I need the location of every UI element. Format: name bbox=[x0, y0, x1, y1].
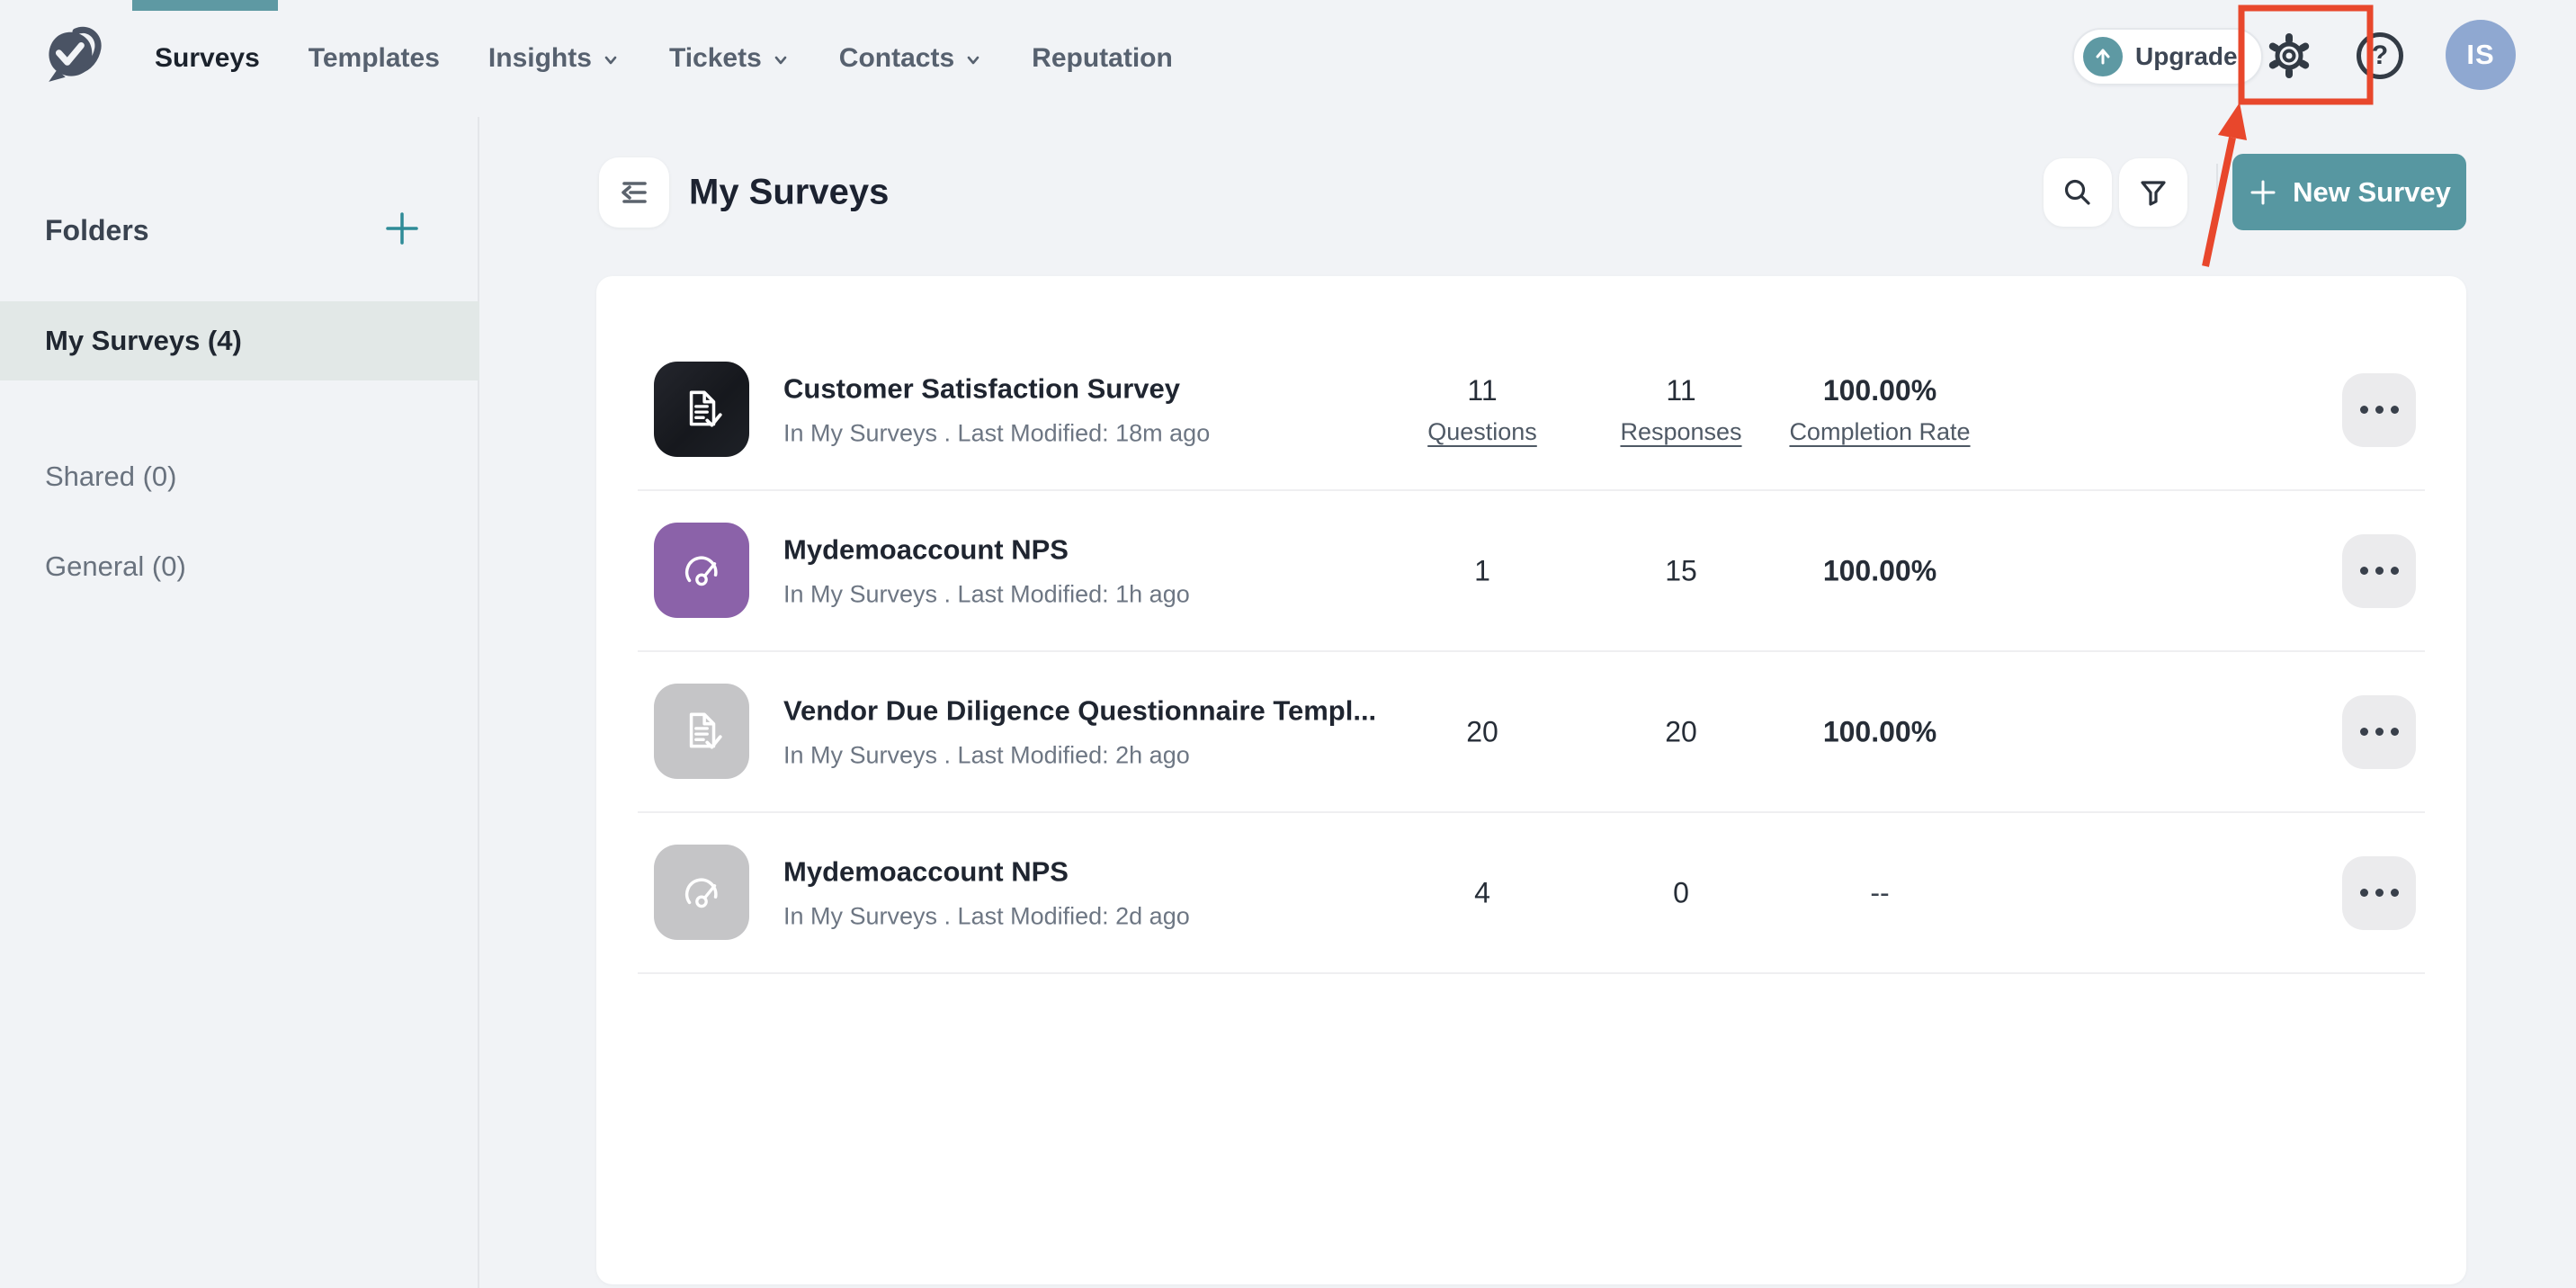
responses-stat: 20 bbox=[1591, 715, 1771, 748]
upgrade-arrow-icon bbox=[2083, 37, 2123, 76]
sidebar-item-general[interactable]: General (0) bbox=[0, 527, 479, 606]
filter-funnel-icon bbox=[2136, 175, 2170, 210]
responses-stat: 0 bbox=[1591, 876, 1771, 909]
survey-title[interactable]: Customer Satisfaction Survey bbox=[783, 372, 1210, 405]
survey-thumbnail bbox=[654, 684, 749, 779]
header-divider bbox=[2216, 164, 2218, 223]
nav-tab-templates[interactable]: Templates bbox=[309, 43, 440, 74]
settings-gear-icon[interactable] bbox=[2266, 32, 2312, 79]
collapse-sidebar-button[interactable] bbox=[599, 157, 669, 228]
nav-tab-contacts[interactable]: Contacts bbox=[839, 43, 983, 74]
chevron-down-icon bbox=[771, 50, 791, 70]
completion-label[interactable]: Completion Rate bbox=[1745, 418, 2015, 446]
completion-stat: 100.00% bbox=[1745, 554, 2015, 587]
surveysparrow-logo[interactable] bbox=[43, 25, 103, 88]
nav-right-cluster: Upgrade ? IS bbox=[2072, 0, 2576, 117]
survey-thumbnail bbox=[654, 523, 749, 618]
completion-stat: 100.00% bbox=[1745, 715, 2015, 748]
survey-meta: In My Surveys . Last Modified: 1h ago bbox=[783, 580, 1190, 608]
document-check-icon bbox=[677, 385, 726, 434]
plus-icon bbox=[2248, 177, 2278, 208]
page-title: My Surveys bbox=[689, 173, 889, 213]
survey-row[interactable]: Mydemoaccount NPS In My Surveys . Last M… bbox=[596, 813, 2466, 972]
sidebar-item-shared[interactable]: Shared (0) bbox=[0, 437, 479, 516]
document-check-icon bbox=[677, 707, 726, 756]
survey-meta: In My Surveys . Last Modified: 2d ago bbox=[783, 902, 1190, 930]
annotation-arrow-line bbox=[2205, 138, 2232, 266]
chevron-down-icon bbox=[601, 50, 621, 70]
filter-button[interactable] bbox=[2119, 158, 2187, 227]
row-menu-button[interactable] bbox=[2342, 856, 2416, 930]
survey-thumbnail bbox=[654, 845, 749, 940]
survey-row[interactable]: Customer Satisfaction Survey In My Surve… bbox=[596, 330, 2466, 489]
questions-stat: 20 bbox=[1392, 715, 1572, 748]
nps-gauge-icon bbox=[677, 868, 726, 917]
nav-tabs: Surveys Templates Insights Tickets Conta… bbox=[155, 0, 1173, 117]
search-button[interactable] bbox=[2044, 158, 2112, 227]
responses-stat: 15 bbox=[1591, 554, 1771, 587]
questions-stat: 4 bbox=[1392, 876, 1572, 909]
nav-tab-tickets[interactable]: Tickets bbox=[669, 43, 791, 74]
nav-tab-reputation[interactable]: Reputation bbox=[1032, 43, 1173, 74]
nps-gauge-icon bbox=[677, 546, 726, 595]
survey-meta: In My Surveys . Last Modified: 2h ago bbox=[783, 741, 1376, 769]
questions-stat: 11 Questions bbox=[1392, 374, 1572, 446]
survey-thumbnail bbox=[654, 362, 749, 457]
survey-row[interactable]: Mydemoaccount NPS In My Surveys . Last M… bbox=[596, 491, 2466, 650]
survey-title[interactable]: Mydemoaccount NPS bbox=[783, 533, 1190, 566]
survey-meta: In My Surveys . Last Modified: 18m ago bbox=[783, 419, 1210, 447]
upgrade-label: Upgrade bbox=[2135, 42, 2238, 71]
nav-tab-insights[interactable]: Insights bbox=[488, 43, 621, 74]
row-menu-button[interactable] bbox=[2342, 373, 2416, 447]
avatar[interactable]: IS bbox=[2446, 20, 2516, 90]
search-icon bbox=[2061, 175, 2095, 210]
upgrade-button[interactable]: Upgrade bbox=[2072, 28, 2263, 85]
help-icon[interactable]: ? bbox=[2357, 32, 2403, 79]
survey-title[interactable]: Mydemoaccount NPS bbox=[783, 855, 1190, 888]
sidebar: Folders My Surveys (4) Shared (0) Genera… bbox=[0, 117, 479, 1288]
new-survey-button[interactable]: New Survey bbox=[2232, 154, 2466, 230]
add-folder-icon[interactable] bbox=[380, 207, 424, 250]
survey-row[interactable]: Vendor Due Diligence Questionnaire Templ… bbox=[596, 652, 2466, 811]
questions-stat: 1 bbox=[1392, 554, 1572, 587]
sidebar-item-my-surveys[interactable]: My Surveys (4) bbox=[0, 301, 479, 380]
responses-stat: 11 Responses bbox=[1591, 374, 1771, 446]
collapse-sidebar-icon bbox=[617, 175, 651, 210]
completion-stat: -- bbox=[1745, 876, 2015, 909]
responses-label[interactable]: Responses bbox=[1591, 418, 1771, 446]
survey-title[interactable]: Vendor Due Diligence Questionnaire Templ… bbox=[783, 694, 1376, 727]
questions-label[interactable]: Questions bbox=[1392, 418, 1572, 446]
chevron-down-icon bbox=[963, 50, 983, 70]
folders-title: Folders bbox=[45, 214, 149, 247]
row-menu-button[interactable] bbox=[2342, 695, 2416, 769]
row-divider bbox=[638, 972, 2425, 974]
nav-tab-surveys[interactable]: Surveys bbox=[155, 43, 260, 74]
survey-list-card: Customer Satisfaction Survey In My Surve… bbox=[596, 276, 2466, 1284]
new-survey-label: New Survey bbox=[2293, 176, 2451, 209]
row-menu-button[interactable] bbox=[2342, 534, 2416, 608]
completion-stat: 100.00% Completion Rate bbox=[1745, 374, 2015, 446]
top-nav: Surveys Templates Insights Tickets Conta… bbox=[0, 0, 2576, 117]
